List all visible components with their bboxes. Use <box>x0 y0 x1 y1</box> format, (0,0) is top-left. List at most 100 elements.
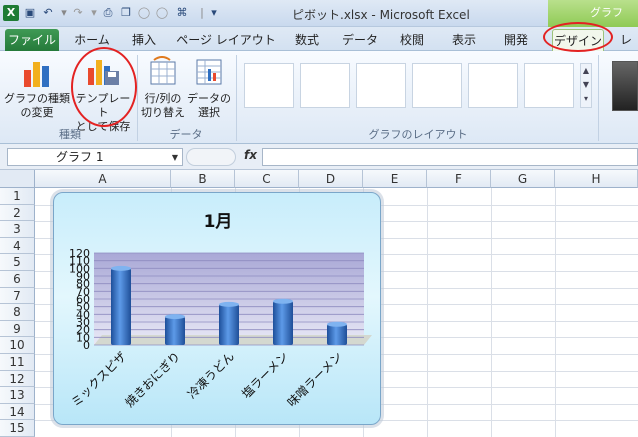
chart-layout-2[interactable] <box>300 63 350 108</box>
circle-icon[interactable]: ◯ <box>154 5 170 21</box>
switch-row-column-icon <box>150 56 176 85</box>
row-header[interactable]: 8 <box>0 304 35 321</box>
row-header[interactable]: 6 <box>0 271 35 288</box>
select-data-line1: データの <box>187 92 231 105</box>
circle-icon[interactable]: ◯ <box>136 5 152 21</box>
tab-file[interactable]: ファイル <box>5 29 59 51</box>
annotation-circle-design-tab <box>543 22 613 52</box>
column-header-h[interactable]: H <box>555 170 638 188</box>
chart-style-thumbnail[interactable] <box>612 61 638 111</box>
group-separator <box>236 55 237 141</box>
tab-data[interactable]: データ <box>336 29 384 51</box>
chart-object[interactable]: 1月 0 10 20 30 40 50 60 70 80 90 100 110 120 ミックスピザ 焼きお… <box>53 192 381 425</box>
open-icon[interactable]: ❐ <box>118 5 134 21</box>
switch-row-column-button[interactable]: 行/列の 切り替え <box>139 56 187 120</box>
tab-review[interactable]: 校閲 <box>392 29 432 51</box>
change-chart-type-line1: グラフの種類 <box>4 92 70 105</box>
window-title: ピボット.xlsx - Microsoft Excel <box>292 8 470 22</box>
tab-layout[interactable]: レ <box>614 29 638 51</box>
undo-icon[interactable]: ↶ <box>40 5 56 21</box>
row-header[interactable]: 2 <box>0 204 35 222</box>
bar-1 <box>111 268 131 345</box>
share-icon[interactable]: ⌘ <box>174 5 190 21</box>
row-header[interactable]: 15 <box>0 420 35 437</box>
select-data-button[interactable]: データの 選択 <box>187 56 231 120</box>
chart-layout-5[interactable] <box>468 63 518 108</box>
row-header[interactable]: 5 <box>0 254 35 271</box>
row-header[interactable]: 3 <box>0 221 35 238</box>
chart-layout-4[interactable] <box>412 63 462 108</box>
chart-layout-3[interactable] <box>356 63 406 108</box>
column-header-d[interactable]: D <box>299 170 363 188</box>
group-label-type: 種類 <box>59 128 81 141</box>
print-preview-icon[interactable]: ⎙ <box>100 5 116 21</box>
column-header-a[interactable]: A <box>35 170 171 188</box>
tab-page-layout[interactable]: ページ レイアウト <box>176 29 276 51</box>
select-data-icon <box>196 59 222 85</box>
chevron-down-icon[interactable]: ▼ <box>172 149 178 166</box>
x-tick-label: 塩ラーメン <box>238 349 291 402</box>
group-label-data: データ <box>169 128 203 141</box>
save-icon[interactable]: ▣ <box>22 5 38 21</box>
name-box-value: グラフ 1 <box>56 150 104 164</box>
group-separator <box>598 55 599 141</box>
chart-plot: 0102030405060708090100110120ミックスピザ焼きおにぎり… <box>69 247 372 410</box>
column-gridline <box>555 188 556 437</box>
row-header[interactable]: 10 <box>0 337 35 354</box>
bar-3 <box>219 304 239 345</box>
tab-insert[interactable]: 挿入 <box>124 29 164 51</box>
group-separator <box>137 55 138 141</box>
row-header[interactable]: 11 <box>0 354 35 371</box>
x-tick-label: ミックスピザ <box>69 349 130 410</box>
column-gridline <box>491 188 492 437</box>
column-header-c[interactable]: C <box>235 170 299 188</box>
column-header-b[interactable]: B <box>171 170 235 188</box>
context-tab-label: グラフ <box>590 6 623 19</box>
row-header[interactable]: 14 <box>0 403 35 421</box>
column-gridline <box>427 188 428 437</box>
formula-bar-resize-handle[interactable] <box>186 148 236 166</box>
formula-bar: グラフ 1 ▼ fx <box>0 144 638 170</box>
excel-window: X ▣ ↶ ▾ ↷ ▾ ⎙ ❐ ◯ ◯ ⌘ | ▾ ピボット.xlsx - Mi… <box>0 0 638 437</box>
bar-top-4 <box>273 298 293 304</box>
row-header[interactable]: 4 <box>0 237 35 255</box>
y-tick-label: 120 <box>69 247 90 260</box>
column-header-g[interactable]: G <box>491 170 555 188</box>
name-box[interactable]: グラフ 1 ▼ <box>7 148 183 166</box>
bar-top-1 <box>111 265 131 271</box>
bar-2 <box>165 316 185 345</box>
row-header[interactable]: 9 <box>0 320 35 338</box>
x-tick-label: 冷凍うどん <box>185 349 237 401</box>
switch-row-column-line2: 切り替え <box>141 106 185 119</box>
excel-logo-icon[interactable]: X <box>3 5 19 21</box>
change-chart-type-line2: の変更 <box>20 106 54 119</box>
row-header[interactable]: 7 <box>0 287 35 305</box>
customize-icon[interactable]: ▾ <box>206 5 222 21</box>
change-chart-type-button[interactable]: グラフの種類 の変更 <box>4 56 70 120</box>
column-header-f[interactable]: F <box>427 170 491 188</box>
group-label-layouts: グラフのレイアウト <box>368 128 468 141</box>
tab-formulas[interactable]: 数式 <box>286 29 328 51</box>
tab-view[interactable]: 表示 <box>444 29 484 51</box>
formula-input[interactable] <box>262 148 638 166</box>
bar-top-2 <box>165 314 185 320</box>
row-header[interactable]: 12 <box>0 370 35 388</box>
chart-layout-1[interactable] <box>244 63 294 108</box>
bar-top-5 <box>327 321 347 327</box>
bar-top-3 <box>219 301 239 307</box>
select-all-corner[interactable] <box>0 170 35 188</box>
x-tick-label: 焼きおにぎり <box>122 349 183 410</box>
layout-gallery-scroll[interactable]: ▲ ▼ ▾ <box>580 63 592 108</box>
insert-function-icon[interactable]: fx <box>244 148 257 162</box>
chart-layout-6[interactable] <box>524 63 574 108</box>
row-header[interactable]: 13 <box>0 387 35 404</box>
column-header-e[interactable]: E <box>363 170 427 188</box>
annotation-circle-template <box>71 47 137 127</box>
row-header[interactable]: 1 <box>0 188 35 205</box>
title-bar: X ▣ ↶ ▾ ↷ ▾ ⎙ ❐ ◯ ◯ ⌘ | ▾ ピボット.xlsx - Mi… <box>0 0 638 27</box>
change-chart-type-icon <box>24 62 49 87</box>
redo-icon[interactable]: ↷ <box>70 5 86 21</box>
x-tick-label: 味噌ラーメン <box>285 349 345 409</box>
bar-4 <box>273 301 293 345</box>
tab-developer[interactable]: 開発 <box>496 29 536 51</box>
